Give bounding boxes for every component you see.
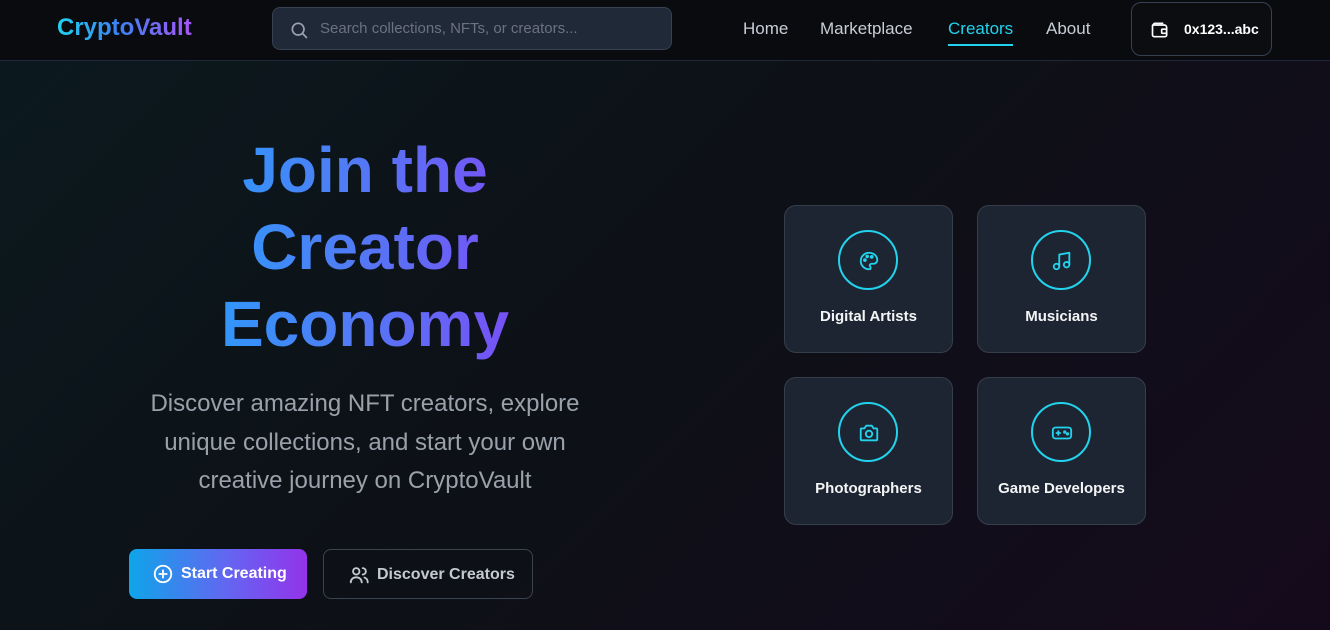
wallet-address: 0x123...abc [1184, 21, 1259, 37]
category-label: Musicians [1025, 308, 1098, 325]
hero-title-line-1: Join the [140, 132, 590, 209]
wallet-button[interactable]: 0x123...abc [1131, 2, 1272, 56]
search-bar[interactable] [272, 7, 672, 50]
start-creating-button[interactable]: Start Creating [129, 549, 307, 599]
hero-title-line-3: Economy [140, 286, 590, 363]
category-icon-circle [1031, 230, 1091, 290]
hero-subtitle: Discover amazing NFT creators, explore u… [150, 390, 580, 494]
nav-about[interactable]: About [1046, 18, 1090, 40]
palette-icon [859, 251, 879, 271]
gamepad-icon [1051, 426, 1073, 440]
hero-title: Join the Creator Economy [140, 132, 590, 363]
category-label: Game Developers [998, 480, 1125, 497]
nav-creators[interactable]: Creators [948, 18, 1014, 46]
nav-home[interactable]: Home [743, 18, 788, 40]
start-creating-label: Start Creating [181, 565, 287, 582]
category-icon-circle [838, 230, 898, 290]
search-icon [291, 22, 308, 39]
users-icon [349, 567, 369, 584]
top-navbar: CryptoVault Home Marketplace Creators Ab… [0, 0, 1330, 61]
music-note-icon [1052, 251, 1071, 271]
category-label: Digital Artists [820, 308, 917, 325]
nav-marketplace[interactable]: Marketplace [820, 18, 913, 40]
plus-circle-icon [153, 564, 173, 584]
category-card-photographers[interactable]: Photographers [784, 377, 953, 525]
category-label: Photographers [815, 480, 922, 497]
category-icon-circle [838, 402, 898, 462]
category-card-game-developers[interactable]: Game Developers [977, 377, 1146, 525]
category-icon-circle [1031, 402, 1091, 462]
logo[interactable]: CryptoVault [57, 14, 192, 42]
discover-creators-label: Discover Creators [377, 566, 515, 583]
camera-icon [859, 424, 879, 442]
hero-title-line-2: Creator [140, 209, 590, 286]
wallet-icon [1151, 22, 1168, 38]
discover-creators-button[interactable]: Discover Creators [323, 549, 533, 599]
category-card-digital-artists[interactable]: Digital Artists [784, 205, 953, 353]
search-input[interactable] [320, 8, 660, 49]
category-card-musicians[interactable]: Musicians [977, 205, 1146, 353]
